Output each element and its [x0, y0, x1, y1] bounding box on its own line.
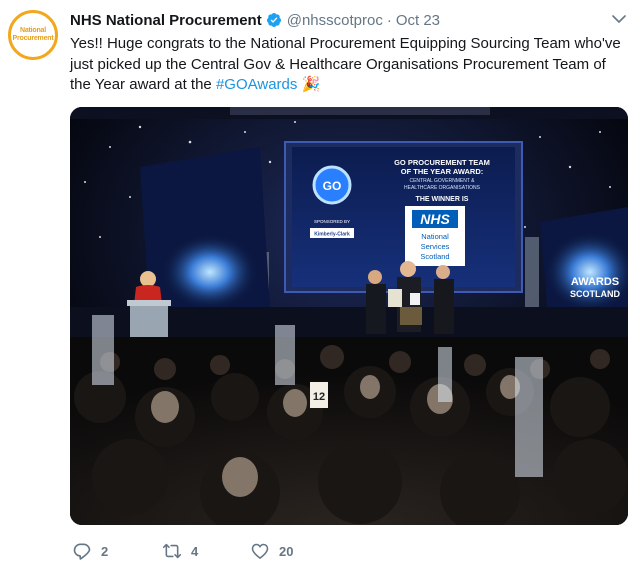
nhs-logo-text: NHS — [420, 211, 450, 227]
winner-label-text: THE WINNER IS — [416, 196, 469, 203]
screen-sub-1: CENTRAL GOVERNMENT & — [409, 178, 475, 184]
screen-sub-2: HEALTHCARE ORGANISATIONS — [404, 185, 481, 191]
sponsor-name-text: Kimberly-Clark — [314, 232, 350, 238]
heart-icon — [251, 543, 269, 559]
reply-icon — [73, 543, 91, 560]
tweet-photo[interactable]: AWARDS SCOTLAND GO SPONSORED BY Kimberly… — [70, 107, 628, 525]
side-logo-text-2: SCOTLAND — [570, 289, 620, 299]
like-button[interactable]: 20 — [250, 540, 340, 562]
retweet-count: 4 — [191, 543, 199, 559]
tweet-actions: 2 4 20 — [72, 540, 340, 562]
party-popper-emoji: 🎉 — [301, 76, 321, 93]
avatar-text-line1: National — [19, 27, 46, 34]
nhs-line-3: Scotland — [420, 252, 449, 261]
screen-title-2: OF THE YEAR AWARD: — [401, 167, 484, 176]
verified-badge-icon — [266, 13, 281, 27]
tweet-card[interactable]: National Procurement NHS National Procur… — [0, 0, 640, 570]
chevron-down-icon[interactable] — [612, 14, 626, 24]
go-logo-text: GO — [323, 179, 342, 193]
award-ceremony-photo: AWARDS SCOTLAND GO SPONSORED BY Kimberly… — [70, 107, 628, 525]
tweet-text: Yes!! Huge congrats to the National Proc… — [70, 34, 625, 96]
like-count: 20 — [279, 543, 294, 559]
reply-button[interactable]: 2 — [72, 540, 162, 562]
tweet-date[interactable]: Oct 23 — [396, 12, 440, 29]
tweet-text-main: Yes!! Huge congrats to the National Proc… — [70, 35, 621, 93]
avatar-text-line2: Procurement — [12, 35, 54, 42]
nhs-line-1: National — [421, 232, 449, 241]
retweet-button[interactable]: 4 — [162, 540, 250, 562]
separator-dot: · — [386, 11, 392, 29]
hashtag-link[interactable]: #GOAwards — [216, 76, 297, 93]
winners-group — [366, 261, 454, 334]
author-handle[interactable]: @nhsscotproc — [287, 12, 383, 29]
retweet-icon — [162, 543, 182, 559]
table-number: 12 — [313, 391, 325, 403]
avatar[interactable]: National Procurement — [8, 10, 58, 60]
side-logo-text: AWARDS — [571, 276, 619, 288]
sponsored-by-text: SPONSORED BY — [314, 219, 350, 224]
reply-count: 2 — [101, 543, 109, 559]
nhs-line-2: Services — [421, 242, 450, 251]
author-name[interactable]: NHS National Procurement — [70, 12, 262, 29]
screen-title-1: GO PROCUREMENT TEAM — [394, 158, 490, 167]
tweet-header: NHS National Procurement @nhsscotproc · … — [70, 10, 440, 30]
